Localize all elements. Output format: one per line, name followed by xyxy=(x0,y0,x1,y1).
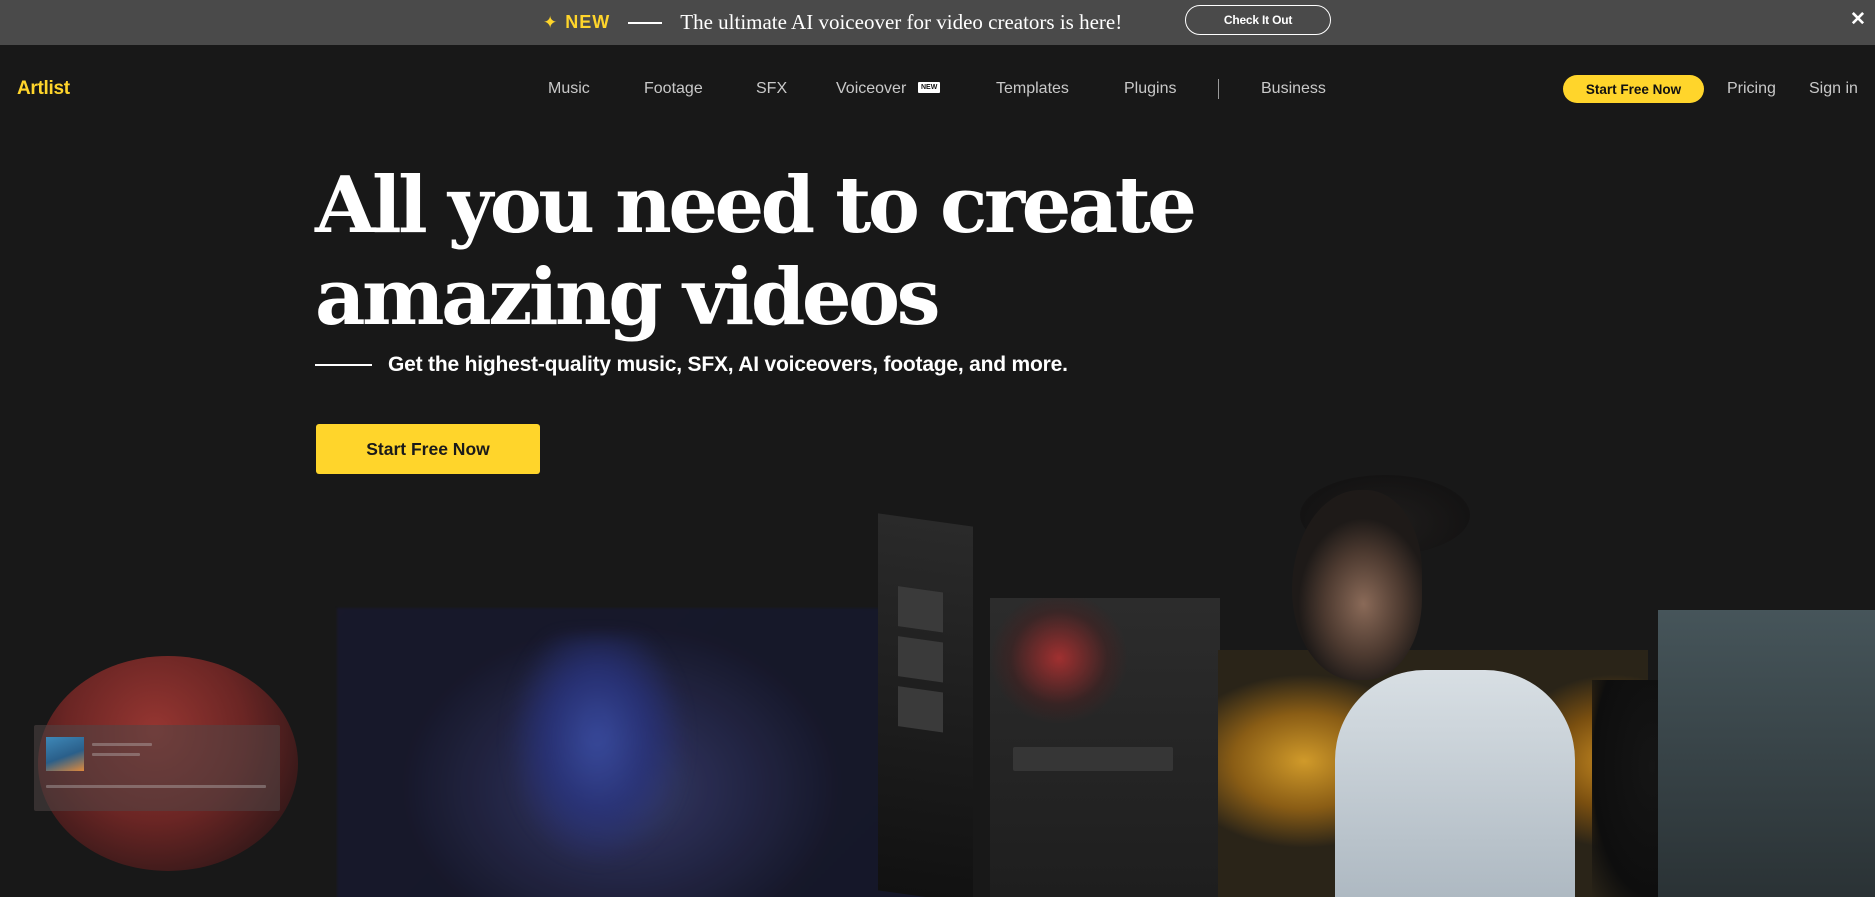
music-track-card xyxy=(34,725,280,811)
waveform-placeholder xyxy=(46,785,266,788)
man-face-image xyxy=(1292,490,1422,680)
audio-waveform-card xyxy=(1013,747,1173,771)
hero-subtitle-row: Get the highest-quality music, SFX, AI v… xyxy=(315,353,1068,377)
track-title-placeholder xyxy=(92,743,152,746)
voiceover-new-badge: NEW xyxy=(918,82,941,93)
track-artist-placeholder xyxy=(92,753,140,756)
monitor-thumb xyxy=(898,636,943,683)
monitor-image xyxy=(878,513,973,897)
sparkle-icon: ✦ xyxy=(543,13,558,32)
subtitle-divider xyxy=(315,364,372,366)
nav-divider xyxy=(1218,79,1219,99)
nav-link-sign-in[interactable]: Sign in xyxy=(1809,81,1858,97)
nav-link-footage[interactable]: Footage xyxy=(644,81,703,97)
top-navigation: Artlist Music Footage SFX Voiceover Temp… xyxy=(0,45,1875,135)
nav-link-business[interactable]: Business xyxy=(1261,81,1326,97)
announcement-new-badge: NEW xyxy=(565,12,611,32)
nav-start-free-button[interactable]: Start Free Now xyxy=(1563,75,1704,103)
man-shirt-image xyxy=(1335,670,1575,897)
monitor-thumb xyxy=(898,586,943,633)
close-icon[interactable]: ✕ xyxy=(1850,10,1866,29)
hero-title: All you need to create amazing videos xyxy=(315,160,1215,344)
hero-title-line-2: amazing videos xyxy=(315,252,941,343)
nav-link-pricing[interactable]: Pricing xyxy=(1727,81,1776,97)
check-it-out-button[interactable]: Check It Out xyxy=(1185,5,1331,35)
announcement-divider xyxy=(628,21,663,24)
announcement-bar: ✦ NEW The ultimate AI voiceover for vide… xyxy=(0,0,1875,45)
hero-image-collage xyxy=(0,470,1875,897)
announcement-text: The ultimate AI voiceover for video crea… xyxy=(680,10,1123,34)
monitor-thumb xyxy=(898,686,943,733)
nav-link-sfx[interactable]: SFX xyxy=(756,81,787,97)
hero-subtitle: Get the highest-quality music, SFX, AI v… xyxy=(388,353,1068,376)
album-thumbnail xyxy=(46,737,84,771)
nav-link-plugins[interactable]: Plugins xyxy=(1124,81,1176,97)
announcement-content: ✦ NEW The ultimate AI voiceover for vide… xyxy=(543,0,1122,45)
nav-link-templates[interactable]: Templates xyxy=(996,81,1069,97)
nav-link-voiceover[interactable]: Voiceover xyxy=(836,81,906,97)
hero-title-line-1: All you need to create xyxy=(315,160,1197,251)
hero-start-free-button[interactable]: Start Free Now xyxy=(316,424,540,474)
nav-link-music[interactable]: Music xyxy=(548,81,590,97)
right-scene-image xyxy=(1658,610,1875,897)
blurred-figure-image xyxy=(460,635,710,897)
